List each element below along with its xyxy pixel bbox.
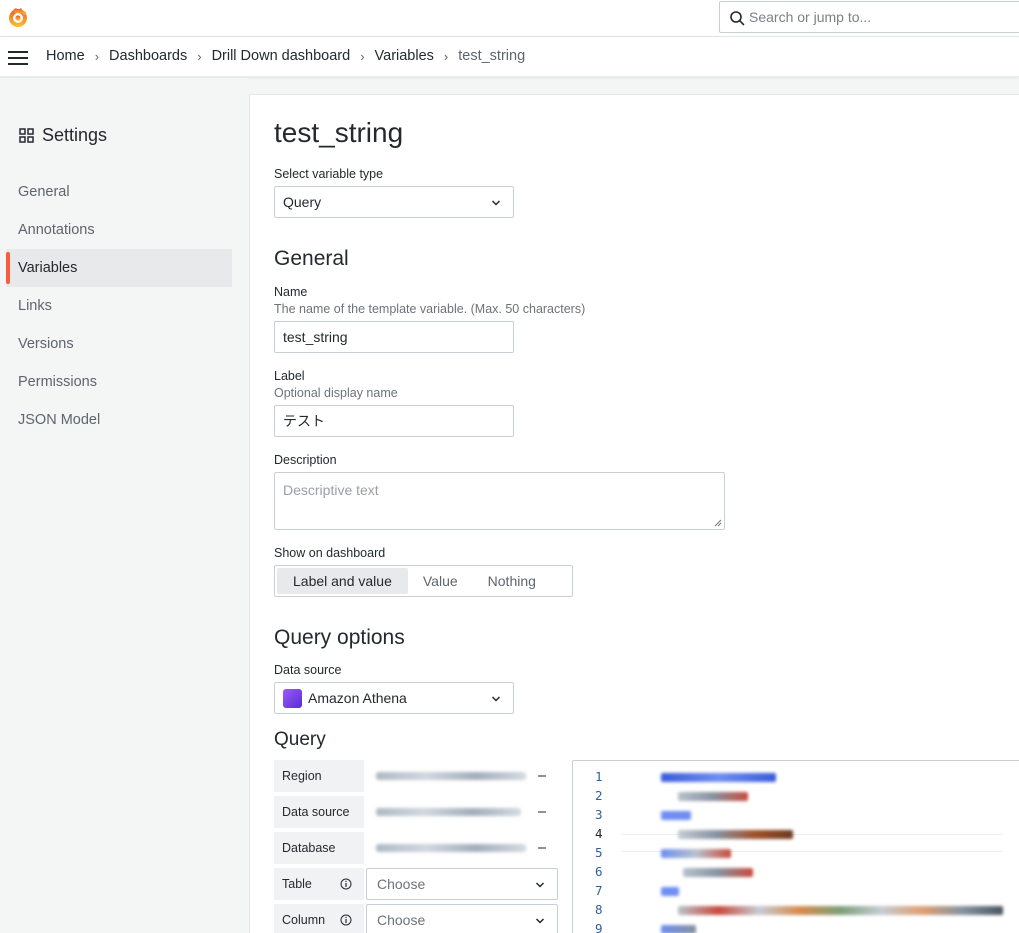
sidebar-item-variables[interactable]: Variables [6, 249, 232, 287]
description-placeholder: Descriptive text [283, 482, 379, 498]
data-source-select[interactable]: Amazon Athena [274, 682, 514, 714]
option-value[interactable]: Value [408, 568, 473, 594]
athena-data-source-select[interactable] [368, 796, 558, 828]
grafana-logo-icon[interactable] [7, 6, 29, 28]
breadcrumb-dashboards[interactable]: Dashboards [109, 48, 187, 64]
search-input[interactable]: Search or jump to... [719, 1, 1019, 33]
data-source-field-label: Data source [274, 796, 364, 828]
sidebar-item-annotations[interactable]: Annotations [6, 211, 232, 249]
settings-title: Settings [19, 125, 107, 146]
chevron-down-icon [535, 882, 545, 888]
variable-type-value: Query [283, 194, 322, 210]
column-label-text: Column [282, 913, 326, 927]
table-select[interactable]: Choose [366, 868, 558, 900]
query-options-heading: Query options [274, 626, 405, 649]
breadcrumb: Home › Dashboards › Drill Down dashboard… [46, 48, 525, 64]
column-select[interactable]: Choose [366, 904, 558, 933]
chevron-down-icon [491, 696, 501, 702]
chevron-down-icon [491, 200, 501, 206]
line-number: 2 [595, 788, 603, 803]
general-heading: General [274, 247, 349, 270]
query-heading: Query [274, 729, 326, 750]
line-number: 1 [595, 769, 603, 784]
line-number: 6 [595, 864, 603, 879]
line-number: 4 [595, 826, 603, 841]
table-label: Table [274, 868, 364, 900]
sidebar-item-links[interactable]: Links [6, 287, 232, 325]
data-source-value: Amazon Athena [308, 690, 407, 706]
show-on-dashboard-label: Show on dashboard [274, 546, 386, 560]
menu-icon[interactable] [8, 51, 28, 65]
table-placeholder: Choose [377, 876, 426, 892]
variable-editor-panel: test_string Select variable type Query G… [249, 94, 1019, 933]
top-bar: Search or jump to... [0, 0, 1019, 37]
breadcrumb-dashboard[interactable]: Drill Down dashboard [212, 48, 351, 64]
athena-icon [283, 689, 302, 708]
variable-type-label: Select variable type [274, 167, 384, 181]
settings-sidebar: Settings General Annotations Variables L… [0, 78, 248, 933]
chevron-right-icon: › [360, 48, 365, 64]
breadcrumb-variables[interactable]: Variables [375, 48, 434, 64]
show-on-dashboard-radio-group: Label and value Value Nothing [274, 565, 573, 597]
resize-handle-icon[interactable] [714, 519, 722, 527]
name-description: The name of the template variable. (Max.… [274, 302, 586, 316]
info-icon[interactable] [340, 914, 352, 926]
region-select[interactable] [368, 760, 558, 792]
line-number: 3 [595, 807, 603, 822]
chevron-right-icon: › [94, 48, 100, 64]
database-select[interactable] [368, 832, 558, 864]
column-placeholder: Choose [377, 912, 426, 928]
info-icon[interactable] [340, 878, 352, 890]
breadcrumb-bar: Home › Dashboards › Drill Down dashboard… [0, 37, 1019, 77]
page-title: test_string [274, 117, 404, 148]
option-nothing[interactable]: Nothing [473, 568, 551, 594]
search-icon [730, 11, 745, 26]
label-label: Label [274, 369, 305, 383]
search-placeholder: Search or jump to... [749, 9, 872, 25]
line-number: 5 [595, 845, 603, 860]
grid-icon [19, 128, 34, 143]
line-number: 8 [595, 902, 603, 917]
description-label: Description [274, 453, 337, 467]
sidebar-item-general[interactable]: General [6, 173, 232, 211]
column-label: Column [274, 904, 364, 933]
data-source-label: Data source [274, 663, 342, 677]
chevron-right-icon: › [197, 48, 202, 64]
label-description: Optional display name [274, 386, 398, 400]
query-code-editor[interactable]: 1 2 3 4 5 6 7 8 9 [572, 760, 1019, 933]
chevron-right-icon: › [443, 48, 449, 64]
description-textarea[interactable]: Descriptive text [274, 472, 725, 530]
line-number: 9 [595, 921, 603, 933]
database-label: Database [274, 832, 364, 864]
variable-type-select[interactable]: Query [274, 186, 514, 218]
label-input[interactable]: テスト [274, 405, 514, 437]
name-label: Name [274, 285, 308, 299]
breadcrumb-current: test_string [458, 48, 526, 64]
region-label: Region [274, 760, 364, 792]
table-label-text: Table [282, 877, 312, 891]
sidebar-item-json-model[interactable]: JSON Model [6, 401, 232, 439]
line-number: 7 [595, 883, 603, 898]
settings-title-text: Settings [42, 125, 108, 145]
name-input[interactable]: test_string [274, 321, 514, 353]
breadcrumb-home[interactable]: Home [46, 48, 85, 64]
sidebar-item-permissions[interactable]: Permissions [6, 363, 232, 401]
option-label-and-value[interactable]: Label and value [277, 568, 408, 594]
chevron-down-icon [535, 918, 545, 924]
sidebar-item-versions[interactable]: Versions [6, 325, 232, 363]
